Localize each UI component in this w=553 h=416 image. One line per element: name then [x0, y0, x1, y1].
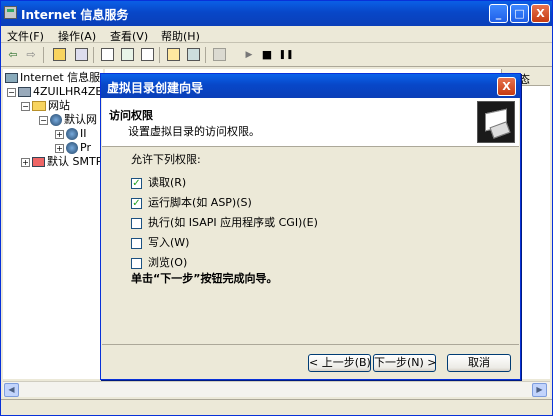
checkbox-run-scripts[interactable]: ✓ 运行脚本(如 ASP)(S): [131, 196, 252, 211]
menu-view[interactable]: 查看(V): [110, 28, 148, 44]
permissions-label: 允许下列权限:: [131, 153, 201, 166]
play-icon[interactable]: ▶: [241, 47, 257, 63]
title-bar[interactable]: Internet 信息服务 _ □ X: [1, 1, 552, 26]
dialog-separator: [102, 344, 519, 345]
toolbar-separator: [205, 47, 206, 63]
close-button[interactable]: X: [531, 4, 550, 23]
checkbox-browse[interactable]: 浏览(O): [131, 256, 187, 271]
forward-arrow-icon[interactable]: ⇨: [23, 47, 39, 63]
pause-icon[interactable]: ❚❚: [278, 47, 294, 63]
minimize-button[interactable]: _: [489, 4, 508, 23]
tree-item-iis[interactable]: Internet 信息服: [5, 71, 100, 85]
checkbox-write[interactable]: 写入(W): [131, 236, 189, 251]
back-arrow-icon[interactable]: ⇦: [5, 47, 21, 63]
check-icon: ✓: [131, 197, 142, 209]
toolbar-separator: [159, 47, 160, 63]
menu-bar: 文件(F) 操作(A) 查看(V) 帮助(H): [1, 26, 552, 43]
export-list-icon[interactable]: [139, 47, 155, 63]
wizard-hint: 单击“下一步”按钮完成向导。: [131, 272, 278, 285]
next-button[interactable]: 下一步(N) >: [373, 354, 437, 372]
cancel-button[interactable]: 取消: [447, 354, 511, 372]
up-folder-icon[interactable]: [51, 47, 67, 63]
tree-item-server[interactable]: −4ZUILHR4ZBL: [7, 85, 103, 99]
tree-item-websites[interactable]: − 网站: [21, 99, 70, 113]
tree-item-default-site[interactable]: − 默认网: [39, 113, 97, 127]
help-icon[interactable]: [165, 47, 181, 63]
computer-icon[interactable]: [211, 47, 227, 63]
scroll-left-icon[interactable]: ◀: [4, 383, 19, 397]
dialog-header: 访问权限 设置虚拟目录的访问权限。: [102, 98, 519, 147]
show-tree-icon[interactable]: [73, 47, 89, 63]
tree-pane: Internet 信息服 −4ZUILHR4ZBL − 网站 − 默认网 + II +…: [3, 69, 103, 379]
console-icon[interactable]: [185, 47, 201, 63]
maximize-button[interactable]: □: [510, 4, 529, 23]
dialog-title-bar[interactable]: 虚拟目录创建向导 X: [101, 74, 520, 98]
toolbar: ⇦ ⇨ ▶ ■ ❚❚: [1, 43, 552, 67]
status-bar: [1, 399, 552, 415]
stop-icon[interactable]: ■: [259, 47, 275, 63]
toolbar-separator: [93, 47, 94, 63]
tree-item-smtp[interactable]: + 默认 SMTP: [21, 155, 102, 169]
check-icon: ✓: [131, 177, 142, 189]
back-button[interactable]: < 上一步(B): [308, 354, 371, 372]
menu-action[interactable]: 操作(A): [58, 28, 96, 44]
checkbox-execute[interactable]: 执行(如 ISAPI 应用程序或 CGI)(E): [131, 216, 318, 231]
dialog-close-button[interactable]: X: [497, 77, 516, 96]
horizontal-scrollbar[interactable]: ◀ ▶: [3, 381, 550, 397]
iis-app-icon: [4, 6, 17, 19]
dialog-title: 虚拟目录创建向导: [107, 81, 204, 95]
wizard-book-icon: [477, 101, 515, 143]
scroll-right-icon[interactable]: ▶: [532, 383, 547, 397]
tree-item-iis-child[interactable]: + II: [55, 127, 87, 141]
menu-file[interactable]: 文件(F): [7, 28, 44, 44]
dialog-header-title: 访问权限: [109, 109, 153, 122]
refresh-icon[interactable]: [119, 47, 135, 63]
dialog-header-subtitle: 设置虚拟目录的访问权限。: [128, 125, 260, 138]
toolbar-separator: [43, 47, 44, 63]
checkbox-read[interactable]: ✓ 读取(R): [131, 176, 186, 191]
wizard-dialog: 虚拟目录创建向导 X 访问权限 设置虚拟目录的访问权限。 允许下列权限: ✓ 读取…: [100, 73, 521, 380]
menu-help[interactable]: 帮助(H): [161, 28, 200, 44]
window-title: Internet 信息服务: [21, 8, 129, 22]
properties-icon[interactable]: [99, 47, 115, 63]
tree-item-pr[interactable]: + Pr: [55, 141, 91, 155]
main-window: Internet 信息服务 _ □ X 文件(F) 操作(A) 查看(V) 帮助…: [0, 0, 553, 416]
